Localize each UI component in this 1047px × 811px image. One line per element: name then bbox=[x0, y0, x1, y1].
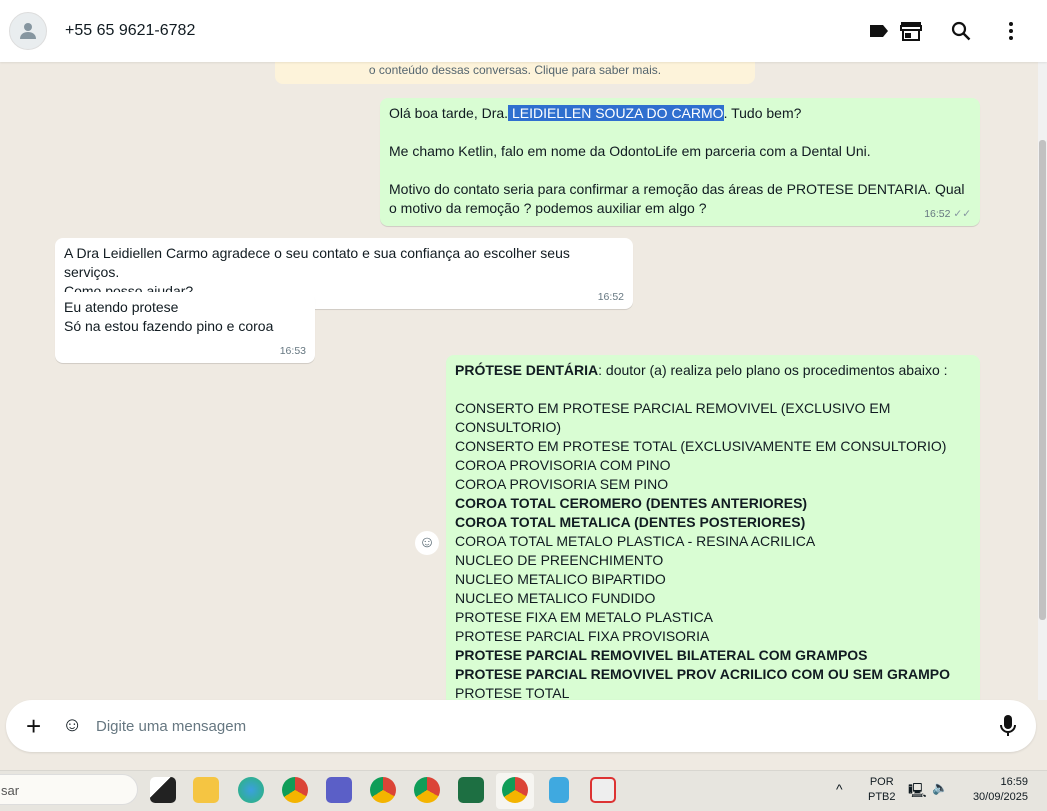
smiley-icon: ☺ bbox=[418, 534, 436, 551]
message-text: Motivo do contato seria para confirmar a… bbox=[389, 181, 971, 220]
procedure-item: NUCLEO METALICO BIPARTIDO bbox=[455, 571, 666, 587]
message-incoming[interactable]: Eu atendo protese Só na estou fazendo pi… bbox=[55, 292, 315, 363]
sticker-icon[interactable]: ☺ bbox=[62, 714, 82, 737]
procedure-item: COROA TOTAL METALO PLASTICA - RESINA ACR… bbox=[455, 533, 816, 549]
avatar[interactable] bbox=[9, 12, 47, 50]
procedure-item: PROTESE PARCIAL REMOVIVEL PROV ACRILICO … bbox=[455, 666, 950, 682]
file-explorer-icon[interactable] bbox=[193, 777, 219, 803]
procedure-item: CONSERTO EM PROTESE TOTAL (EXCLUSIVAMENT… bbox=[455, 438, 947, 454]
procedure-item: PROTESE PARCIAL FIXA PROVISORIA bbox=[455, 628, 710, 644]
procedure-item: NUCLEO DE PREENCHIMENTO bbox=[455, 552, 664, 568]
message-text: Eu atendo protese bbox=[64, 299, 179, 315]
notepad-icon[interactable] bbox=[549, 777, 569, 803]
message-input[interactable]: Digite uma mensagem bbox=[96, 718, 246, 735]
procedure-item: COROA PROVISORIA COM PINO bbox=[455, 457, 671, 473]
message-text: Só na estou fazendo pino e coroa 16:53 bbox=[64, 318, 306, 357]
clock[interactable]: 16:59 30/09/2025 bbox=[966, 775, 1028, 805]
chrome-icon[interactable] bbox=[282, 777, 308, 803]
double-check-icon: ✓✓ bbox=[953, 208, 971, 220]
chrome-icon[interactable] bbox=[414, 777, 440, 803]
procedure-item: COROA TOTAL CEROMERO (DENTES ANTERIORES) bbox=[455, 495, 808, 511]
contact-name[interactable]: +55 65 9621-6782 bbox=[65, 22, 195, 40]
message-outgoing[interactable]: Olá boa tarde, Dra. LEIDIELLEN SOUZA DO … bbox=[380, 98, 980, 226]
snipping-tool-icon[interactable] bbox=[590, 777, 616, 803]
chrome-icon[interactable] bbox=[370, 777, 396, 803]
message-text: PRÓTESE DENTÁRIA: doutor (a) realiza pel… bbox=[455, 362, 948, 378]
taskbar: sar ^ POR PTB2 🖳 🔈 16:59 30/09/2025 bbox=[0, 770, 1047, 811]
menu-icon[interactable] bbox=[1000, 20, 1022, 42]
edge-icon[interactable] bbox=[238, 777, 264, 803]
chrome-icon[interactable] bbox=[502, 777, 528, 803]
excel-icon[interactable] bbox=[458, 777, 484, 803]
message-input-box[interactable]: + ☺ Digite uma mensagem bbox=[6, 700, 1036, 752]
volume-icon[interactable]: 🔈 bbox=[932, 780, 948, 796]
taskbar-search[interactable]: sar bbox=[0, 774, 138, 805]
scrollbar[interactable] bbox=[1038, 62, 1047, 700]
message-outgoing[interactable]: PRÓTESE DENTÁRIA: doutor (a) realiza pel… bbox=[446, 355, 980, 700]
procedure-item: CONSERTO EM PROTESE PARCIAL REMOVIVEL (E… bbox=[455, 400, 891, 435]
store-icon[interactable] bbox=[900, 20, 922, 42]
task-view-icon[interactable] bbox=[150, 777, 176, 803]
label-icon[interactable] bbox=[868, 20, 890, 42]
message-text: Me chamo Ketlin, falo em nome da OdontoL… bbox=[389, 143, 871, 159]
procedure-item: PROTESE PARCIAL REMOVIVEL BILATERAL COM … bbox=[455, 647, 868, 663]
procedure-item: NUCLEO METALICO FUNDIDO bbox=[455, 590, 656, 606]
procedure-item: PROTESE FIXA EM METALO PLASTICA bbox=[455, 609, 714, 625]
procedure-list: CONSERTO EM PROTESE PARCIAL REMOVIVEL (E… bbox=[455, 399, 971, 700]
scrollbar-thumb[interactable] bbox=[1039, 140, 1046, 620]
procedure-item: COROA TOTAL METALICA (DENTES POSTERIORES… bbox=[455, 514, 806, 530]
plus-icon[interactable]: + bbox=[26, 711, 41, 742]
teams-icon[interactable] bbox=[326, 777, 352, 803]
message-list[interactable]: o conteúdo dessas conversas. Clique para… bbox=[0, 62, 1047, 700]
encryption-notice[interactable]: o conteúdo dessas conversas. Clique para… bbox=[275, 62, 755, 84]
language-indicator[interactable]: POR PTB2 bbox=[868, 775, 896, 805]
procedure-item: PROTESE TOTAL bbox=[455, 685, 570, 700]
person-icon bbox=[20, 23, 36, 39]
chevron-up-icon[interactable]: ^ bbox=[836, 781, 843, 797]
message-text: Olá boa tarde, Dra. LEIDIELLEN SOUZA DO … bbox=[389, 105, 802, 121]
message-text: A Dra Leidiellen Carmo agradece o seu co… bbox=[64, 245, 570, 280]
procedure-item: COROA PROVISORIA SEM PINO bbox=[455, 476, 669, 492]
network-icon[interactable]: 🖳 bbox=[908, 780, 927, 804]
chat-header: +55 65 9621-6782 bbox=[0, 0, 1047, 62]
mic-icon[interactable] bbox=[999, 714, 1017, 738]
search-icon[interactable] bbox=[950, 20, 972, 42]
composer: + ☺ Digite uma mensagem bbox=[0, 700, 1047, 758]
emoji-react-button[interactable]: ☺ bbox=[415, 531, 439, 555]
